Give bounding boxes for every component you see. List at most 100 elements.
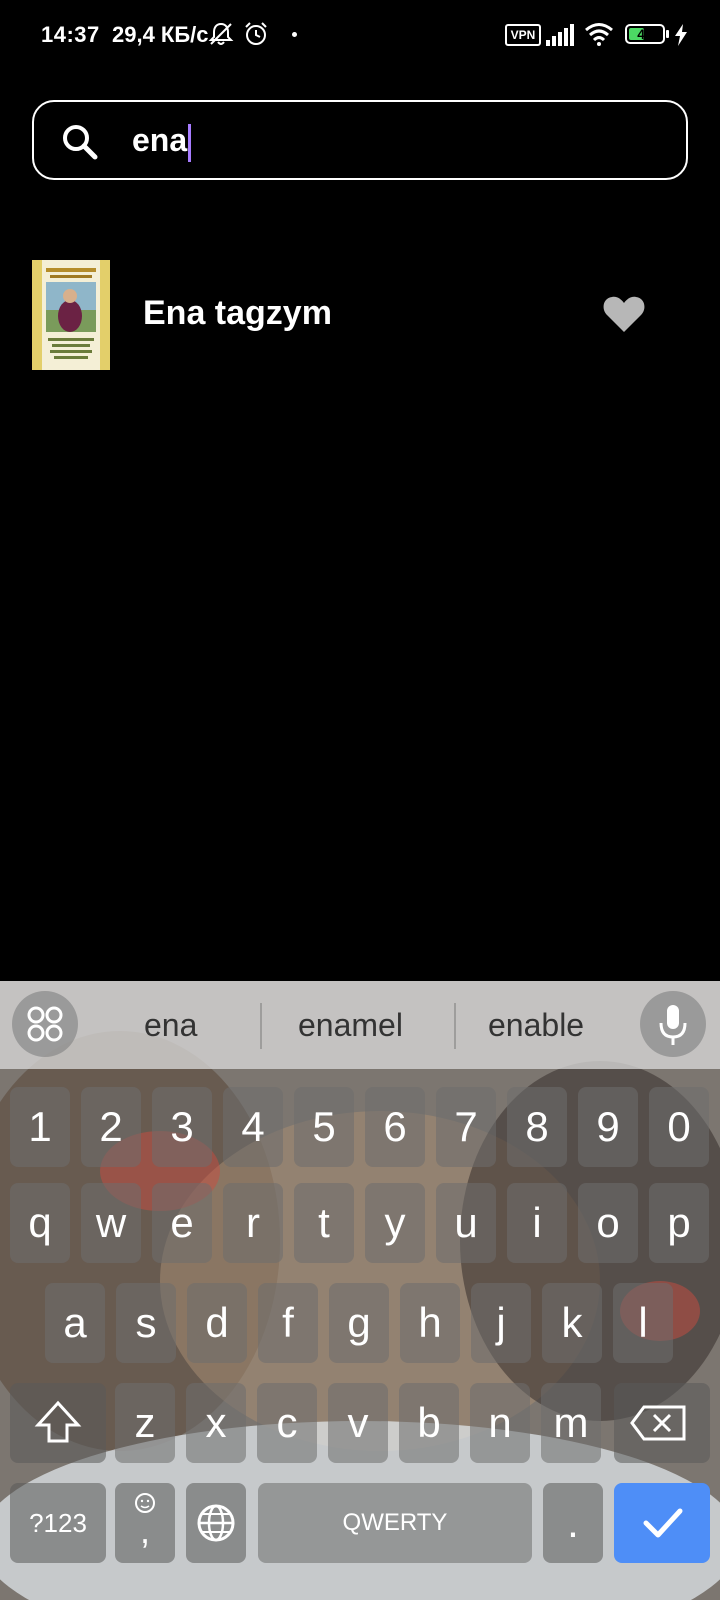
- shift-key[interactable]: [10, 1383, 106, 1463]
- key-0[interactable]: 0: [649, 1087, 709, 1167]
- key-n[interactable]: n: [470, 1383, 530, 1463]
- key-k[interactable]: k: [542, 1283, 602, 1363]
- microphone-icon: [659, 1005, 687, 1045]
- list-item[interactable]: Ena tagzym: [0, 258, 720, 374]
- key-6[interactable]: 6: [365, 1087, 425, 1167]
- key-f[interactable]: f: [258, 1283, 318, 1363]
- key-8[interactable]: 8: [507, 1087, 567, 1167]
- book-cover-image[interactable]: [32, 260, 110, 370]
- key-n-label: n: [488, 1399, 512, 1446]
- key-z-label: z: [134, 1399, 156, 1446]
- key-p[interactable]: p: [649, 1183, 709, 1263]
- space-key[interactable]: QWERTY: [258, 1483, 532, 1563]
- period-key-label: .: [567, 1499, 579, 1546]
- key-g-label: g: [347, 1299, 371, 1346]
- key-6-label: 6: [383, 1103, 407, 1150]
- backspace-key[interactable]: [614, 1383, 710, 1463]
- vpn-icon: VPN: [505, 24, 541, 46]
- key-k-label: k: [561, 1299, 583, 1346]
- key-p-label: p: [667, 1199, 691, 1246]
- key-v-label: v: [347, 1399, 369, 1446]
- key-x[interactable]: x: [186, 1383, 246, 1463]
- key-t[interactable]: t: [294, 1183, 354, 1263]
- key-l[interactable]: l: [613, 1283, 673, 1363]
- key-c-label: c: [276, 1399, 298, 1446]
- key-1[interactable]: 1: [10, 1087, 70, 1167]
- key-r[interactable]: r: [223, 1183, 283, 1263]
- key-d-label: d: [205, 1299, 229, 1346]
- shift-icon: [34, 1400, 82, 1443]
- key-i[interactable]: i: [507, 1183, 567, 1263]
- key-4[interactable]: 4: [223, 1087, 283, 1167]
- checkmark-icon: [643, 1508, 683, 1538]
- mute-icon: [208, 22, 234, 45]
- symbols-key[interactable]: ?123: [10, 1483, 106, 1563]
- backspace-icon: [630, 1405, 686, 1441]
- globe-icon: [197, 1504, 235, 1542]
- key-1-label: 1: [28, 1103, 52, 1150]
- key-0-label: 0: [667, 1103, 691, 1150]
- key-w[interactable]: w: [81, 1183, 141, 1263]
- key-u[interactable]: u: [436, 1183, 496, 1263]
- signal-icon: [546, 24, 574, 46]
- key-j[interactable]: j: [471, 1283, 531, 1363]
- key-q-label: q: [28, 1199, 52, 1246]
- key-y[interactable]: y: [365, 1183, 425, 1263]
- period-key[interactable]: .: [543, 1483, 603, 1563]
- key-d[interactable]: d: [187, 1283, 247, 1363]
- key-t-label: t: [318, 1199, 330, 1246]
- symbols-key-label: ?123: [29, 1508, 87, 1538]
- key-b[interactable]: b: [399, 1383, 459, 1463]
- search-query-text[interactable]: ena: [132, 120, 192, 162]
- key-v[interactable]: v: [328, 1383, 388, 1463]
- key-m[interactable]: m: [541, 1383, 601, 1463]
- key-q[interactable]: q: [10, 1183, 70, 1263]
- suggestion-2[interactable]: enamel: [298, 1007, 403, 1044]
- search-query-value: ena: [132, 122, 188, 158]
- key-h[interactable]: h: [400, 1283, 460, 1363]
- comma-key[interactable]: ,: [115, 1483, 175, 1563]
- key-5[interactable]: 5: [294, 1087, 354, 1167]
- voice-input-button[interactable]: [640, 991, 706, 1057]
- key-c[interactable]: c: [257, 1383, 317, 1463]
- notification-dot: [292, 32, 297, 37]
- key-h-label: h: [418, 1299, 442, 1346]
- key-g[interactable]: g: [329, 1283, 389, 1363]
- search-icon: [63, 125, 98, 160]
- status-network-speed: 29,4 КБ/с: [112, 22, 209, 47]
- key-b-label: b: [417, 1399, 441, 1446]
- space-key-label: QWERTY: [342, 1509, 448, 1536]
- key-a[interactable]: a: [45, 1283, 105, 1363]
- enter-key[interactable]: [614, 1483, 710, 1563]
- key-z[interactable]: z: [115, 1383, 175, 1463]
- key-r-label: r: [246, 1199, 260, 1246]
- key-a-label: a: [63, 1299, 87, 1346]
- key-o-label: o: [596, 1199, 620, 1246]
- key-7[interactable]: 7: [436, 1087, 496, 1167]
- key-2[interactable]: 2: [81, 1087, 141, 1167]
- key-e-label: e: [170, 1199, 194, 1246]
- key-f-label: f: [282, 1299, 294, 1346]
- suggestion-3[interactable]: enable: [488, 1007, 584, 1044]
- key-3[interactable]: 3: [152, 1087, 212, 1167]
- key-2-label: 2: [99, 1103, 123, 1150]
- soft-keyboard: ena enamel enable 1234567890 qwe r t y u i op a s…: [0, 981, 720, 1600]
- status-bar: 14:37 29,4 КБ/с VPN 46: [0, 0, 720, 70]
- key-4-label: 4: [241, 1103, 265, 1150]
- key-o[interactable]: o: [578, 1183, 638, 1263]
- key-m-label: m: [553, 1399, 589, 1446]
- keyboard-menu-button[interactable]: [12, 991, 78, 1057]
- status-time: 14:37: [41, 22, 100, 47]
- alarm-icon: [245, 22, 267, 45]
- suggestion-divider: [454, 1003, 456, 1049]
- key-e[interactable]: e: [152, 1183, 212, 1263]
- key-s[interactable]: s: [116, 1283, 176, 1363]
- language-key[interactable]: [186, 1483, 246, 1563]
- comma-label: ,: [139, 1510, 150, 1551]
- suggestion-divider: [260, 1003, 262, 1049]
- key-5-label: 5: [312, 1103, 336, 1150]
- search-input[interactable]: ena: [32, 100, 688, 180]
- key-9[interactable]: 9: [578, 1087, 638, 1167]
- heart-icon[interactable]: [602, 294, 646, 334]
- suggestion-1[interactable]: ena: [144, 1007, 197, 1044]
